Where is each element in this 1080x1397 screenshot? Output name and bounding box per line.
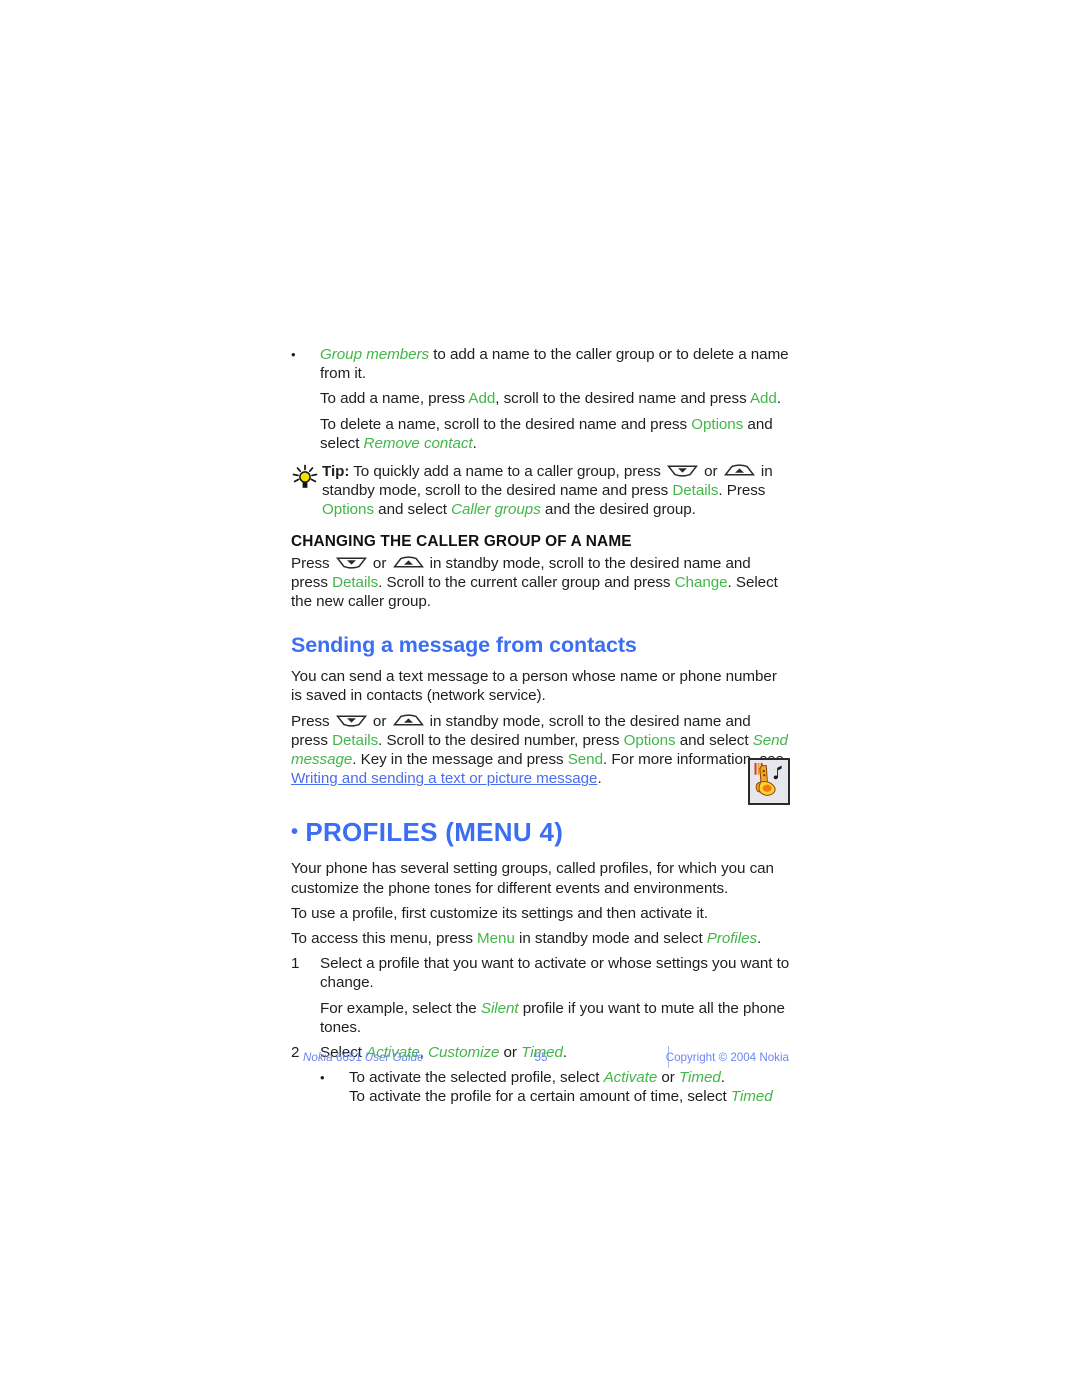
- sending-message-intro: You can send a text message to a person …: [291, 668, 777, 705]
- delete-name-text-1: To delete a name, scroll to the desired …: [320, 415, 692, 433]
- ccg-text-2: or: [368, 554, 391, 572]
- sm-text-5: and select: [675, 731, 753, 749]
- sub2-text: To activate the profile for a certain am…: [349, 1087, 791, 1106]
- page-content: • Group members to add a name to the cal…: [291, 345, 791, 1107]
- scroll-up-key-icon: [392, 713, 424, 726]
- menu-item-profiles: Profiles: [706, 930, 758, 948]
- profiles-access-paragraph: To access this menu, press Menu in stand…: [291, 929, 791, 948]
- softkey-add-2: Add: [749, 390, 777, 408]
- scroll-down-key-icon: [666, 463, 698, 477]
- add-name-text-1: To add a name, press: [320, 390, 469, 408]
- section-heading-changing-caller-group: CHANGING THE CALLER GROUP OF A NAME: [291, 532, 632, 550]
- menu-item-remove-contact: Remove contact: [363, 434, 473, 452]
- pa-text-1: To access this menu, press: [291, 930, 478, 948]
- sm-text-6: . Key in the message and press: [352, 751, 568, 769]
- sm-text-8: .: [597, 770, 602, 788]
- softkey-details: Details: [332, 731, 379, 749]
- numbered-step-1: 1 Select a profile that you want to acti…: [291, 954, 791, 1039]
- step1-example: For example, select the Silent profile i…: [320, 999, 791, 1037]
- bullet-marker: •: [320, 1070, 325, 1086]
- profiles-use-paragraph: To use a profile, first customize its se…: [291, 904, 708, 922]
- saxophone-music-note-icon: [748, 758, 790, 805]
- lightbulb-icon: [288, 464, 322, 490]
- sm-text-2: or: [368, 712, 391, 730]
- sm-text-4: . Scroll to the desired number, press: [378, 731, 624, 749]
- pa-text-2: in standby mode and select: [514, 930, 707, 948]
- page-footer: Nokia 6651 User Guide 55 Copyright © 200…: [291, 1043, 791, 1069]
- tip-text-6: and the desired group.: [540, 501, 696, 519]
- tip-text-5: and select: [374, 501, 452, 519]
- scroll-up-key-icon: [723, 463, 755, 476]
- changing-caller-group-paragraph: Press or in standby mode, scroll to the …: [291, 554, 791, 612]
- softkey-options: Options: [691, 415, 744, 433]
- tip-paragraph: Tip: To quickly add a name to a caller g…: [322, 462, 791, 520]
- softkey-send: Send: [567, 751, 603, 769]
- add-name-text-3: .: [776, 390, 781, 408]
- softkey-options: Options: [322, 501, 374, 519]
- section-heading-sending-a-message: Sending a message from contacts: [291, 633, 637, 658]
- sb1-text-3: .: [720, 1069, 725, 1087]
- group-members-paragraph: Group members to add a name to the calle…: [320, 345, 791, 383]
- softkey-menu: Menu: [477, 930, 515, 948]
- sub-list-body: To activate the selected profile, select…: [349, 1068, 791, 1106]
- s1e-text-1: For example, select the: [320, 999, 481, 1017]
- tip-label: Tip:: [322, 463, 350, 481]
- menu-item-activate: Activate: [603, 1069, 658, 1087]
- sm-text-1: Press: [291, 712, 334, 730]
- menu-item-silent: Silent: [480, 999, 519, 1017]
- pa-text-3: .: [757, 930, 762, 948]
- scroll-down-key-icon: [335, 713, 367, 727]
- profiles-intro: Your phone has several setting groups, c…: [291, 860, 774, 897]
- bullet-marker: •: [291, 347, 296, 362]
- cross-reference-link[interactable]: Writing and sending a text or picture me…: [291, 770, 598, 787]
- chapter-heading-profiles: • PROFILES (MENU 4): [291, 817, 791, 848]
- chapter-bullet-icon: •: [291, 821, 299, 844]
- scroll-down-key-icon: [335, 555, 367, 569]
- sub-list-item: • To activate the selected profile, sele…: [320, 1068, 791, 1106]
- menu-item-caller-groups: Caller groups: [451, 501, 541, 519]
- step1-text: Select a profile that you want to activa…: [320, 955, 790, 992]
- softkey-options: Options: [623, 731, 676, 749]
- softkey-add-1: Add: [468, 390, 496, 408]
- ccg-text-1: Press: [291, 554, 334, 572]
- add-name-paragraph: To add a name, press Add, scroll to the …: [320, 389, 791, 408]
- softkey-details: Details: [672, 482, 719, 500]
- tip-callout: Tip: To quickly add a name to a caller g…: [291, 462, 791, 522]
- list-item: • Group members to add a name to the cal…: [291, 345, 791, 385]
- add-name-text-2: , scroll to the desired name and press: [495, 390, 750, 408]
- sb1-text-2: or: [657, 1069, 679, 1087]
- menu-item-group-members: Group members: [320, 346, 430, 363]
- delete-name-text-3: .: [472, 434, 477, 452]
- tip-body: Tip: To quickly add a name to a caller g…: [322, 462, 791, 522]
- sb2-text-1: To activate the profile for a certain am…: [349, 1088, 731, 1106]
- softkey-details: Details: [332, 573, 379, 591]
- tip-text-2: or: [699, 463, 722, 481]
- document-page: • Group members to add a name to the cal…: [0, 0, 1080, 1397]
- ccg-text-4: . Scroll to the current caller group and…: [378, 573, 675, 591]
- softkey-change: Change: [674, 573, 728, 591]
- chapter-heading-text: PROFILES (MENU 4): [305, 817, 564, 848]
- tip-text-1: To quickly add a name to a caller group,…: [349, 463, 665, 481]
- step-body: Select a profile that you want to activa…: [320, 954, 791, 1039]
- menu-item-timed: Timed: [678, 1069, 721, 1087]
- sub1-text: To activate the selected profile, select…: [349, 1068, 791, 1087]
- menu-item-timed: Timed: [730, 1088, 773, 1106]
- list-item-body: Group members to add a name to the calle…: [320, 345, 791, 385]
- step-number: 1: [291, 955, 300, 973]
- tip-text-4: . Press: [718, 482, 766, 500]
- sb1-text-1: To activate the selected profile, select: [349, 1069, 604, 1087]
- footer-copyright: Copyright © 2004 Nokia: [665, 1051, 789, 1064]
- delete-name-paragraph: To delete a name, scroll to the desired …: [320, 415, 791, 453]
- sending-message-steps: Press or in standby mode, scroll to the …: [291, 712, 791, 789]
- scroll-up-key-icon: [392, 555, 424, 568]
